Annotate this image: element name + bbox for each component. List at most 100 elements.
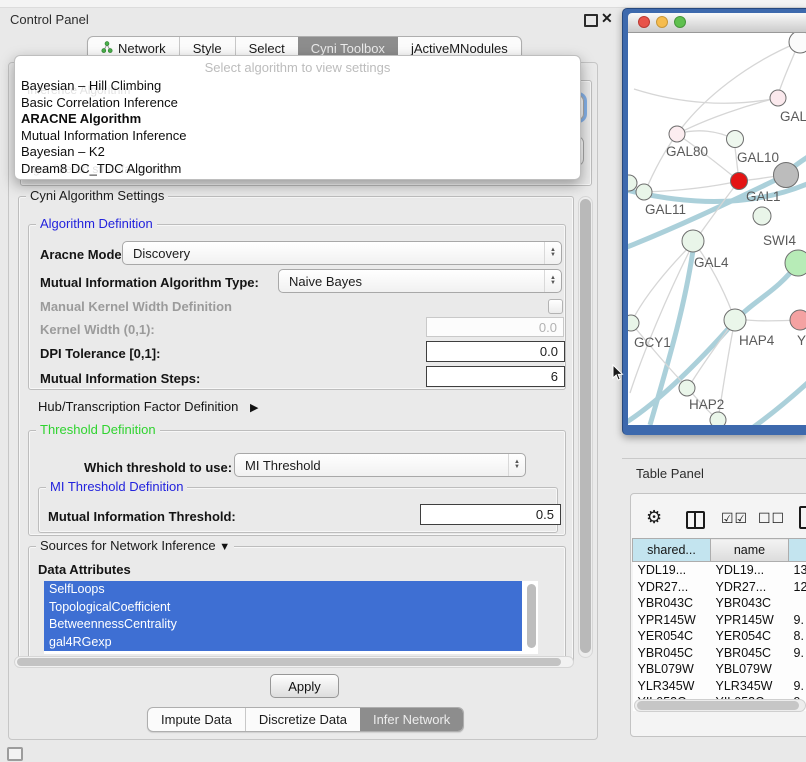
data-attribute-item[interactable]: gal4RGexp bbox=[44, 634, 522, 652]
aracne-mode-combobox[interactable]: Discovery ▲▼ bbox=[122, 241, 562, 265]
close-window-icon[interactable] bbox=[638, 16, 650, 28]
node-bottom[interactable] bbox=[710, 412, 726, 425]
node-salmon[interactable] bbox=[790, 310, 806, 330]
network-window-titlebar[interactable] bbox=[628, 13, 806, 33]
table-cell: 9. bbox=[789, 645, 806, 662]
table-row[interactable]: YLR345WYLR345W9. bbox=[633, 678, 806, 695]
ghost-network-selector-label: gal-filtered sif default node bbox=[33, 162, 174, 176]
network-edge[interactable] bbox=[748, 377, 806, 425]
table-row[interactable]: YBL079WYBL079W bbox=[633, 661, 806, 678]
table-settings-gear-icon[interactable]: ⚙ bbox=[646, 507, 662, 528]
node-GAL4-label: GAL4 bbox=[694, 255, 729, 270]
combo-arrows-icon: ▲▼ bbox=[544, 242, 561, 264]
table-row[interactable]: YDL19...YDL19...13 bbox=[633, 562, 806, 579]
sources-group-title[interactable]: Sources for Network Inference ▼ bbox=[36, 539, 234, 554]
network-edge[interactable] bbox=[631, 242, 694, 323]
network-edge[interactable] bbox=[650, 243, 694, 425]
network-edge[interactable] bbox=[630, 242, 694, 393]
data-attributes-label: Data Attributes bbox=[38, 562, 131, 577]
manual-kernel-checkbox[interactable] bbox=[548, 299, 563, 314]
table-row[interactable]: YER054CYER054C8. bbox=[633, 628, 806, 645]
dpi-tolerance-label: DPI Tolerance [0,1]: bbox=[40, 346, 160, 361]
application-window: Control Panel ✕ Network Style Select Cyn… bbox=[0, 0, 806, 762]
table-cell: YBR043C bbox=[711, 595, 789, 612]
minimize-window-icon[interactable] bbox=[656, 16, 668, 28]
node-GAL80[interactable] bbox=[669, 126, 685, 142]
node-HAP2[interactable] bbox=[679, 380, 695, 396]
table-scroll-thumb[interactable] bbox=[637, 701, 799, 710]
deselect-all-icon[interactable]: ☐☐ bbox=[758, 510, 785, 527]
node-top[interactable] bbox=[789, 33, 806, 53]
network-canvas[interactable]: GALGAL80GAL10GAL1GAL11SWI4GAL4GCY1HAP4YH… bbox=[628, 33, 806, 425]
tab-infer-network[interactable]: Infer Network bbox=[360, 708, 463, 731]
settings-vertical-scrollbar[interactable] bbox=[578, 196, 593, 658]
settings-horizontal-scrollbar[interactable] bbox=[14, 656, 574, 668]
table-cell: YPR145W bbox=[633, 612, 711, 629]
which-threshold-combobox[interactable]: MI Threshold ▲▼ bbox=[234, 453, 526, 477]
mi-threshold-field[interactable]: 0.5 bbox=[420, 504, 561, 525]
zoom-window-icon[interactable] bbox=[674, 16, 686, 28]
node-GAL4[interactable] bbox=[682, 230, 704, 252]
node-SWI4[interactable] bbox=[753, 207, 771, 225]
kernel-width-field[interactable]: 0.0 bbox=[426, 317, 564, 337]
algorithm-list-item[interactable]: ARACNE Algorithm bbox=[15, 111, 580, 128]
table-row[interactable]: YPR145WYPR145W9. bbox=[633, 612, 806, 629]
node-gal-partial[interactable] bbox=[770, 90, 786, 106]
horizontal-scroll-thumb[interactable] bbox=[17, 658, 561, 666]
vertical-scroll-thumb[interactable] bbox=[580, 199, 591, 653]
network-edge[interactable] bbox=[694, 242, 735, 320]
new-table-icon[interactable] bbox=[799, 506, 806, 529]
table-row[interactable]: YBR043CYBR043C bbox=[633, 595, 806, 612]
dpi-tolerance-field[interactable]: 0.0 bbox=[426, 341, 565, 362]
hub-definition-expander[interactable]: Hub/Transcription Factor Definition ▶ bbox=[38, 399, 258, 414]
mi-steps-field[interactable]: 6 bbox=[426, 366, 565, 387]
table-row[interactable]: YDR27...YDR27...12 bbox=[633, 579, 806, 596]
table-cell: YDR27... bbox=[711, 579, 789, 596]
mi-type-combobox[interactable]: Naive Bayes ▲▼ bbox=[278, 269, 562, 293]
algorithm-list-item[interactable]: Mutual Information Inference bbox=[15, 128, 580, 145]
node-GAL10[interactable] bbox=[727, 131, 744, 148]
data-attribute-item[interactable]: SelfLoops bbox=[44, 581, 522, 599]
control-panel-title: Control Panel bbox=[10, 12, 89, 27]
table-cell: YLR345W bbox=[633, 678, 711, 695]
data-attribute-item[interactable]: TopologicalCoefficient bbox=[44, 599, 522, 617]
node-GCY1-label: GCY1 bbox=[634, 335, 671, 350]
table-cell: YER054C bbox=[711, 628, 789, 645]
node-gray[interactable] bbox=[774, 163, 799, 188]
attributes-scrollbar-thumb[interactable] bbox=[527, 584, 536, 648]
node-HAP4[interactable] bbox=[724, 309, 746, 331]
node-edge-left[interactable] bbox=[628, 175, 637, 191]
node-GAL1-label: GAL1 bbox=[746, 189, 781, 204]
algorithm-definition-title: Algorithm Definition bbox=[36, 217, 157, 231]
bottom-tabbar: Impute Data Discretize Data Infer Networ… bbox=[147, 707, 464, 732]
node-GCY1[interactable] bbox=[628, 315, 639, 331]
tab-impute-data[interactable]: Impute Data bbox=[148, 708, 245, 731]
collapsed-panel-icon[interactable] bbox=[7, 747, 23, 761]
table-horizontal-scrollbar[interactable] bbox=[634, 699, 806, 712]
network-edge[interactable] bbox=[645, 181, 739, 192]
node-GAL1[interactable] bbox=[731, 173, 748, 190]
table-cell: 13 bbox=[789, 562, 806, 579]
data-attribute-item[interactable]: BetweennessCentrality bbox=[44, 616, 522, 634]
kernel-width-label: Kernel Width (0,1): bbox=[40, 322, 155, 337]
network-edge[interactable] bbox=[645, 134, 677, 192]
node-big-green[interactable] bbox=[785, 250, 806, 276]
table-row[interactable]: YBR045CYBR045C9. bbox=[633, 645, 806, 662]
select-all-icon[interactable]: ☑☑ bbox=[721, 510, 748, 527]
network-edge[interactable] bbox=[677, 131, 734, 139]
table-cell: YBR045C bbox=[711, 645, 789, 662]
node-GAL10-label: GAL10 bbox=[737, 150, 779, 165]
table-column-header[interactable]: shared... bbox=[633, 539, 711, 562]
algorithm-list-item[interactable]: Bayesian – K2 bbox=[15, 144, 580, 161]
table-cell: YLR345W bbox=[711, 678, 789, 695]
table-column-header[interactable]: name bbox=[711, 539, 789, 562]
show-columns-icon[interactable] bbox=[686, 511, 705, 529]
float-panel-icon[interactable] bbox=[584, 14, 598, 27]
tab-discretize-data[interactable]: Discretize Data bbox=[245, 708, 360, 731]
close-panel-icon[interactable]: ✕ bbox=[601, 10, 613, 27]
node-GAL11[interactable] bbox=[636, 184, 652, 200]
data-attributes-list: SelfLoopsTopologicalCoefficientBetweenne… bbox=[44, 581, 538, 654]
table-column-header[interactable] bbox=[789, 539, 806, 562]
network-edge[interactable] bbox=[631, 323, 688, 388]
apply-button[interactable]: Apply bbox=[270, 674, 339, 698]
